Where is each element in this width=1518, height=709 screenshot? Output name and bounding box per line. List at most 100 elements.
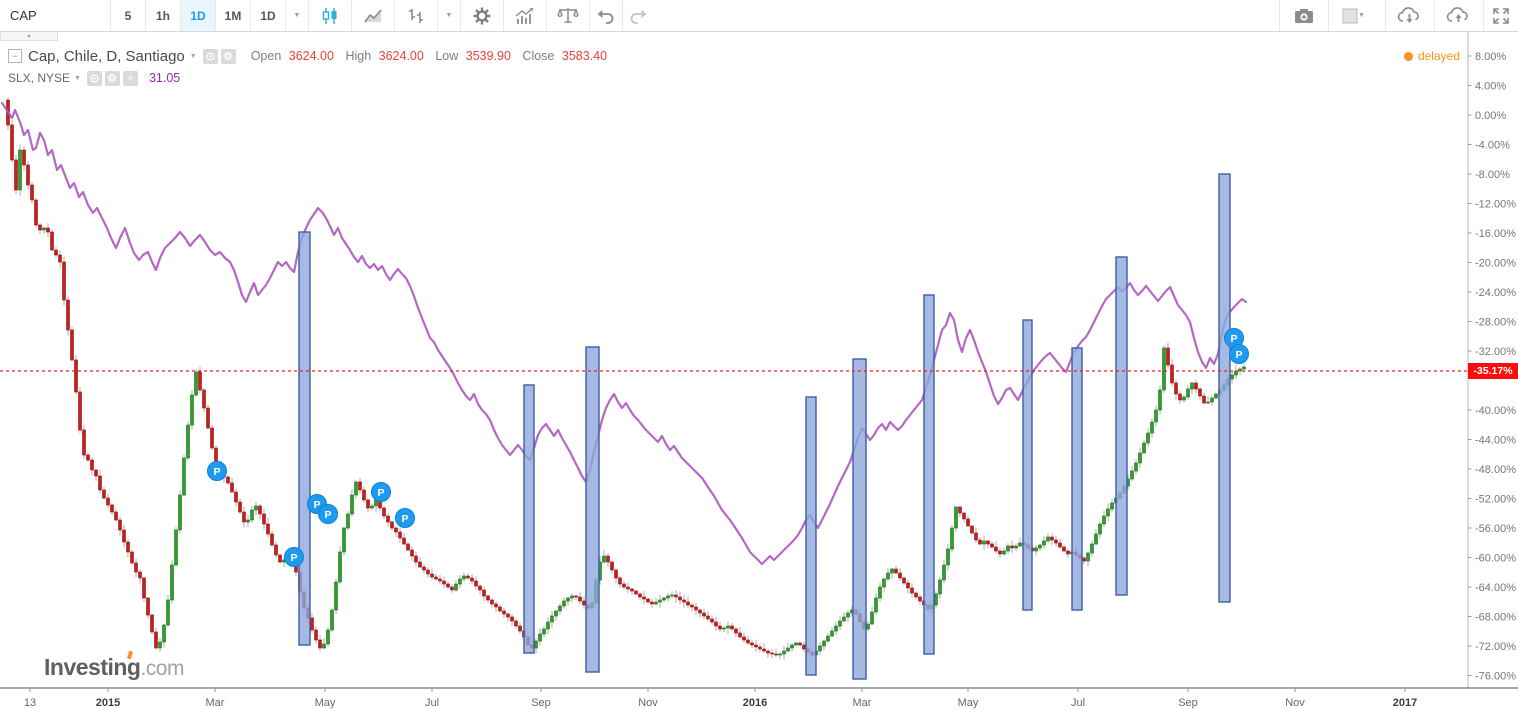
compare-series-settings-button[interactable]	[104, 70, 120, 86]
interval-button-1d-active[interactable]: 1D	[181, 0, 216, 31]
top-toolbar: CAP 5 1h 1D 1M 1D ▼ ▼ ▼	[0, 0, 1518, 32]
scale-balance-icon	[557, 7, 579, 23]
compare-series-visibility-button[interactable]	[86, 70, 102, 86]
compare-series-remove-button[interactable]: ×	[122, 70, 138, 86]
open-label: Open	[250, 49, 282, 63]
svg-text:Jul: Jul	[1071, 697, 1085, 709]
svg-text:May: May	[958, 697, 979, 709]
svg-text:P: P	[1235, 349, 1242, 361]
svg-text:-20.00%: -20.00%	[1475, 258, 1516, 270]
toolbar-right-group: ▼	[1279, 0, 1518, 31]
event-bar[interactable]	[923, 294, 935, 655]
svg-text:Sep: Sep	[531, 697, 551, 709]
p-markers: PPPPPPPP	[207, 328, 1249, 567]
compare-button[interactable]	[547, 0, 590, 31]
chart-settings-button[interactable]	[461, 0, 504, 31]
p-marker[interactable]: P	[318, 504, 338, 524]
interval-button-1d2[interactable]: 1D	[251, 0, 286, 31]
svg-text:Jul: Jul	[425, 697, 439, 709]
area-chart-type-button[interactable]	[352, 0, 395, 31]
save-chart-button[interactable]	[1434, 0, 1483, 31]
undo-button[interactable]	[590, 0, 623, 31]
event-bar[interactable]	[298, 231, 311, 646]
event-bar[interactable]	[1071, 347, 1083, 611]
gear-icon	[223, 51, 233, 61]
redo-icon	[630, 9, 647, 24]
low-label: Low	[435, 49, 459, 63]
fullscreen-button[interactable]	[1483, 0, 1518, 31]
svg-text:0.00%: 0.00%	[1475, 110, 1506, 122]
interval-button-1m[interactable]: 1M	[216, 0, 251, 31]
compare-series-legend-row: SLX, NYSE ▼ × 31.05	[8, 68, 607, 88]
svg-text:2016: 2016	[743, 697, 767, 709]
candlestick-chart-type-button[interactable]	[309, 0, 352, 31]
svg-text:P: P	[213, 466, 220, 478]
ohlc-bars-icon	[409, 8, 423, 23]
investing-watermark: Investing .com	[44, 650, 184, 681]
svg-text:-24.00%: -24.00%	[1475, 287, 1516, 299]
svg-text:2015: 2015	[96, 697, 120, 709]
main-series-settings-button[interactable]	[220, 48, 236, 64]
compare-series-value: 31.05	[148, 71, 181, 85]
svg-text:-44.00%: -44.00%	[1475, 435, 1516, 447]
triangle-up-icon: ▲	[26, 33, 32, 39]
redo-button[interactable]	[623, 0, 653, 31]
snapshot-button[interactable]	[1279, 0, 1328, 31]
svg-text:-8.00%: -8.00%	[1475, 169, 1510, 181]
p-marker[interactable]: P	[1229, 344, 1249, 364]
main-series-title[interactable]: Cap, Chile, D, Santiago	[28, 48, 185, 65]
event-bar[interactable]	[1218, 173, 1231, 603]
event-bar[interactable]	[523, 384, 535, 654]
layout-select-button[interactable]: ▼	[1328, 0, 1385, 31]
price-chart[interactable]: 8.00% 4.00% 0.00% -4.00% -8.00% -12.00% -16.00…	[0, 0, 1518, 709]
ohlc-bars-chart-type-button[interactable]	[395, 0, 438, 31]
chart-type-dropdown-caret-icon[interactable]: ▼	[438, 0, 461, 31]
eye-icon	[90, 73, 99, 83]
last-price-axis-badge: -35.17%	[1468, 363, 1518, 379]
main-series-caret-icon[interactable]: ▼	[190, 53, 197, 60]
event-bar[interactable]	[852, 358, 867, 680]
svg-text:-56.00%: -56.00%	[1475, 523, 1516, 535]
p-marker[interactable]: P	[207, 461, 227, 481]
p-marker[interactable]: P	[284, 547, 304, 567]
load-chart-button[interactable]	[1385, 0, 1434, 31]
chart-legend: − Cap, Chile, D, Santiago ▼ Open 3624.00…	[8, 46, 607, 88]
layout-caret-icon: ▼	[1358, 12, 1365, 19]
high-value: 3624.00	[378, 49, 424, 63]
svg-text:-32.00%: -32.00%	[1475, 346, 1516, 358]
close-label: Close	[522, 49, 555, 63]
svg-text:8.00%: 8.00%	[1475, 51, 1506, 63]
compare-series-title[interactable]: SLX, NYSE	[8, 71, 70, 85]
event-bar[interactable]	[585, 346, 600, 673]
legend-collapse-button[interactable]: −	[8, 49, 22, 63]
low-value: 3539.90	[465, 49, 511, 63]
delayed-label: delayed	[1417, 49, 1460, 63]
event-bar[interactable]	[1022, 319, 1033, 611]
candlestick-series	[6, 97, 1246, 660]
interval-button-5[interactable]: 5	[111, 0, 146, 31]
indicators-button[interactable]	[504, 0, 547, 31]
undo-icon	[597, 9, 614, 24]
ohlc-readout: Open 3624.00 High 3624.00 Low 3539.90 Cl…	[251, 49, 607, 63]
svg-text:2017: 2017	[1393, 697, 1417, 709]
event-bar[interactable]	[1115, 256, 1128, 596]
high-label: High	[345, 49, 372, 63]
cloud-download-icon	[1397, 6, 1419, 23]
svg-text:-4.00%: -4.00%	[1475, 140, 1510, 152]
main-series-legend-row: − Cap, Chile, D, Santiago ▼ Open 3624.00…	[8, 46, 607, 66]
drawing-panel-handle[interactable]: ▲	[0, 32, 58, 41]
svg-text:-52.00%: -52.00%	[1475, 494, 1516, 506]
p-marker[interactable]: P	[371, 482, 391, 502]
interval-dropdown-caret-icon[interactable]: ▼	[286, 0, 309, 31]
svg-text:Nov: Nov	[638, 697, 658, 709]
main-series-visibility-button[interactable]	[202, 48, 218, 64]
p-marker[interactable]: P	[395, 508, 415, 528]
symbol-input[interactable]: CAP	[0, 0, 111, 31]
event-bar[interactable]	[805, 396, 817, 676]
svg-text:-64.00%: -64.00%	[1475, 582, 1516, 594]
open-value: 3624.00	[288, 49, 334, 63]
gear-icon	[107, 73, 117, 83]
compare-series-caret-icon[interactable]: ▼	[74, 75, 81, 82]
interval-button-1h[interactable]: 1h	[146, 0, 181, 31]
cloud-upload-icon	[1446, 6, 1468, 22]
